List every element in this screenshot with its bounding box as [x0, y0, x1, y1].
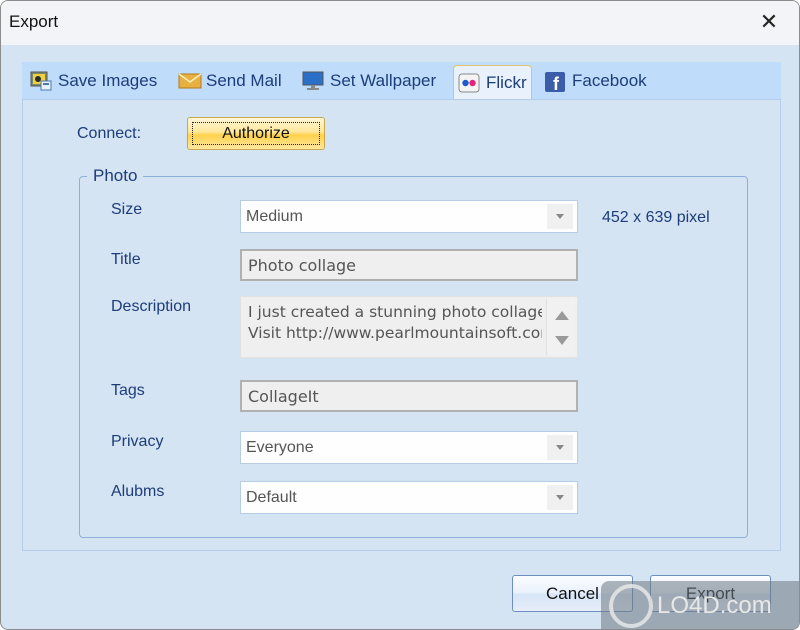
connect-label: Connect:: [77, 125, 142, 142]
authorize-button[interactable]: Authorize: [187, 117, 325, 150]
monitor-icon: [302, 71, 324, 91]
title-bar: Export ✕: [1, 1, 799, 45]
size-select[interactable]: Medium: [240, 200, 578, 233]
privacy-label: Privacy: [111, 433, 164, 450]
albums-label: Alubms: [111, 483, 165, 500]
chevron-down-icon[interactable]: [547, 204, 573, 229]
tab-save-images-label: Save Images: [58, 71, 158, 90]
tab-save-images[interactable]: Save Images: [30, 66, 157, 96]
description-line-2: Visit http://www.pearlmountainsoft.com: [248, 324, 542, 342]
description-scrollbar[interactable]: [546, 299, 575, 355]
facebook-icon: f: [544, 71, 566, 94]
size-label: Size: [111, 201, 143, 218]
tags-label: Tags: [111, 382, 145, 399]
flickr-icon: [458, 73, 480, 93]
privacy-value: Everyone: [246, 439, 314, 456]
export-dialog: Export ✕ Save Images Send Mail Set Wallp…: [0, 0, 800, 630]
window-title: Export: [9, 12, 59, 31]
scroll-down-icon[interactable]: [555, 336, 569, 345]
tab-flickr-label: Flickr: [486, 73, 527, 92]
save-images-icon: [30, 71, 52, 91]
lo4d-logo-icon: [609, 584, 653, 628]
tab-facebook-label: Facebook: [572, 71, 647, 90]
tab-send-mail[interactable]: Send Mail: [178, 66, 282, 96]
description-label: Description: [111, 298, 192, 315]
chevron-down-icon[interactable]: [547, 435, 573, 460]
authorize-button-label: Authorize: [192, 122, 320, 145]
tab-facebook[interactable]: f Facebook: [544, 66, 647, 96]
scroll-up-icon[interactable]: [555, 311, 569, 320]
title-label: Title: [111, 251, 141, 268]
close-icon[interactable]: ✕: [755, 9, 783, 37]
tab-send-mail-label: Send Mail: [206, 71, 282, 90]
tab-set-wallpaper[interactable]: Set Wallpaper: [302, 66, 436, 96]
envelope-icon: [178, 71, 202, 91]
albums-value: Default: [246, 489, 297, 506]
photo-group-title: Photo: [87, 166, 144, 186]
dimensions-text: 452 x 639 pixel: [602, 209, 710, 226]
albums-select[interactable]: Default: [240, 481, 578, 514]
tab-strip: Save Images Send Mail Set Wallpaper Flic…: [22, 62, 781, 100]
svg-text:f: f: [553, 74, 560, 93]
privacy-select[interactable]: Everyone: [240, 431, 578, 464]
chevron-down-icon[interactable]: [547, 485, 573, 510]
size-value: Medium: [246, 208, 303, 225]
watermark: LO4D.com: [601, 581, 799, 629]
title-value: Photo collage: [248, 256, 357, 275]
tab-set-wallpaper-label: Set Wallpaper: [330, 71, 437, 90]
watermark-text: LO4D.com: [657, 592, 772, 619]
tags-input[interactable]: CollageIt: [240, 380, 578, 412]
description-line-1: I just created a stunning photo collage: [248, 303, 542, 321]
title-input[interactable]: Photo collage: [240, 249, 578, 281]
description-textarea[interactable]: I just created a stunning photo collage …: [240, 296, 578, 358]
tags-value: CollageIt: [248, 387, 319, 406]
tab-flickr[interactable]: Flickr: [453, 65, 532, 100]
